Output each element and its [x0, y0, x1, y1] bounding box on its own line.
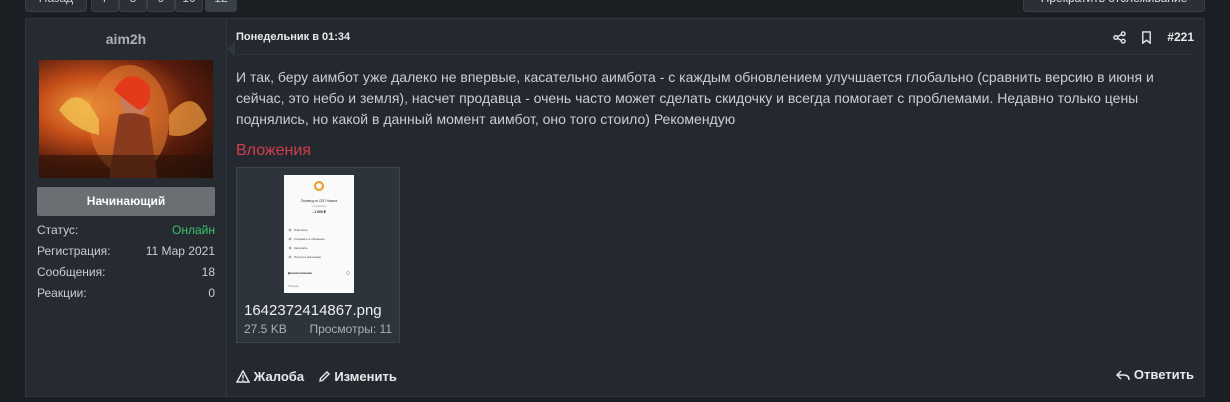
stat-value: 11 Мар 2021	[145, 244, 215, 258]
thumb-subtitle: Отправлено	[312, 204, 327, 208]
thumb-item: Получить квитанцию	[294, 255, 321, 259]
thumb-title: Перевод по СБП Никита	[301, 199, 337, 203]
pagination-page[interactable]: 8	[119, 0, 147, 12]
attachment-size: 27.5 KB	[244, 322, 287, 336]
stat-label: Реакции:	[37, 286, 87, 300]
username[interactable]: aim2h	[26, 31, 226, 47]
attachment-filename[interactable]: 1642372414867.png	[244, 302, 382, 319]
report-label: Жалоба	[253, 368, 305, 384]
reply-label: Ответить	[1133, 367, 1194, 382]
thumb-item: Повторить	[294, 228, 308, 232]
forum-post: aim2h Начинающий Статус: Онлайн Регистра…	[25, 18, 1205, 397]
user-stats: Статус: Онлайн Регистрация: 11 Мар 2021 …	[37, 223, 215, 307]
stat-label: Сообщения:	[37, 265, 106, 279]
user-rank-badge: Начинающий	[37, 187, 215, 216]
thumb-item: Заполнить	[294, 246, 308, 250]
stat-label: Статус:	[37, 223, 79, 237]
stat-value: Онлайн	[172, 223, 215, 237]
stat-value: 0	[208, 286, 215, 300]
post-top-actions: #221	[1101, 29, 1194, 44]
stat-messages: Сообщения: 18	[37, 265, 215, 286]
post-number-link[interactable]: #221	[1167, 30, 1194, 44]
pagination-bar: Назад 7 8 9 10 12 Прекратить отслеживани…	[0, 0, 1230, 12]
pagination-back-button[interactable]: Назад	[25, 0, 87, 12]
stat-registration: Регистрация: 11 Мар 2021	[37, 244, 215, 265]
attachment-thumbnail[interactable]: Перевод по СБП Никита Отправлено - 1 000…	[284, 175, 354, 293]
stat-label: Регистрация:	[37, 244, 111, 258]
avatar[interactable]	[39, 60, 213, 178]
pagination-page[interactable]: 7	[91, 0, 119, 12]
attachment-views: Просмотры: 11	[309, 322, 392, 336]
pencil-icon	[318, 370, 330, 382]
warning-icon	[236, 369, 250, 383]
pagination-page[interactable]: 10	[175, 0, 203, 12]
stat-status: Статус: Онлайн	[37, 223, 215, 244]
reply-icon	[1116, 370, 1131, 381]
bookmark-icon[interactable]	[1141, 30, 1152, 44]
attachment-card[interactable]: Перевод по СБП Никита Отправлено - 1 000…	[236, 167, 400, 343]
divider	[236, 54, 1194, 55]
pagination-page[interactable]: 9	[147, 0, 175, 12]
edit-label: Изменить	[334, 368, 397, 384]
post-date[interactable]: Понедельник в 01:34	[236, 31, 350, 43]
thumb-amount: - 1 000 ₽	[312, 210, 326, 214]
report-button[interactable]: Жалоба	[236, 368, 304, 384]
post-content: Понедельник в 01:34 #221 И так, беру аим…	[236, 19, 1194, 396]
unwatch-thread-button[interactable]: Прекратить отслеживание	[1023, 0, 1205, 12]
reply-button[interactable]: Ответить	[1116, 367, 1194, 382]
share-icon[interactable]	[1112, 30, 1126, 44]
stat-value[interactable]: 18	[202, 265, 215, 279]
thumb-status: Успешно	[288, 284, 299, 288]
attachments-title: Вложения	[236, 142, 311, 159]
post-message: И так, беру аимбот уже далеко не впервые…	[236, 69, 1154, 127]
thumb-item: Сохранить в избранное	[294, 237, 325, 241]
stat-reactions: Реакции: 0	[37, 286, 215, 307]
pagination-page-current[interactable]: 12	[205, 0, 237, 12]
edit-button[interactable]: Изменить	[318, 368, 397, 384]
post-footer-actions: Жалоба Изменить	[236, 367, 407, 384]
user-sidebar: aim2h Начинающий Статус: Онлайн Регистра…	[26, 19, 235, 396]
thumb-section: Детали платежа	[288, 271, 312, 275]
